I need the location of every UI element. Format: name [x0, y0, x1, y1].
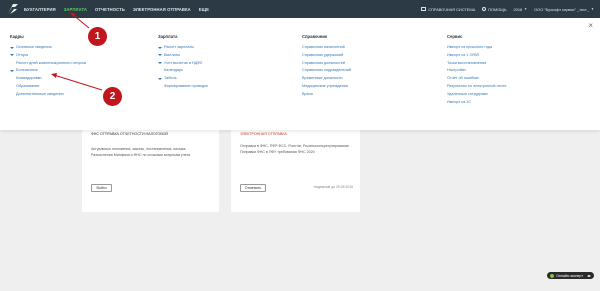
triangle-down-icon	[10, 46, 14, 49]
column-title: Кадры	[10, 34, 24, 39]
nav-otchetnost[interactable]: ОТЧЕТНОСТЬ	[95, 7, 125, 12]
menu-item-uchet-vychetov[interactable]: Учет вычетов и НДФЛ	[158, 60, 208, 68]
card-enter-button[interactable]: Войти	[91, 184, 112, 192]
menu-item-osnovnye-svedeniya[interactable]: Основные сведения	[10, 44, 86, 52]
menu-item-raschet-dney[interactable]: Расчет дней компенсационного отпуска	[10, 60, 86, 68]
menu-item-med-uchrezhdeniya[interactable]: Медицинские учреждения	[302, 83, 351, 91]
year-select[interactable]: 2018 ▼	[514, 7, 528, 12]
menu-item-raschet-zarplaty[interactable]: Расчет зарплаты	[158, 44, 208, 52]
menu-item-tochki-vosstanovleniya[interactable]: Точки восстановления	[447, 60, 506, 68]
menu-item-rezultaty-po-pochte[interactable]: Результаты по электронной почте	[447, 83, 506, 91]
help-system-label: СПРАВОЧНАЯ СИСТЕМА	[428, 6, 476, 12]
menu-item-otpusk[interactable]: Отпуск	[10, 52, 86, 60]
menu-column-spravochnik: Справочник Справочник начислений Справоч…	[302, 34, 351, 99]
annotation-badge-2: 2	[103, 87, 122, 106]
news-card-2: ЭЛЕКТРОННАЯ ОТПРАВКА Отправка в ФНС, ПФР…	[231, 130, 360, 212]
annotation-badge-1: 1	[88, 27, 107, 46]
menu-item-bolnichnye[interactable]: Больничные	[10, 67, 86, 75]
chevron-down-icon: ▼	[524, 7, 528, 11]
card-date: Надежный до 25.05.2018	[313, 185, 353, 189]
menu-item-vremennye-dolzhnosti[interactable]: Временные должности	[302, 75, 351, 83]
online-expert-chip[interactable]: Онлайн-эксперт ◂▸	[547, 272, 594, 279]
chevron-down-icon: ▼	[591, 7, 594, 11]
column-title: Зарплата	[158, 34, 178, 39]
card-text: Отправка в ФНС, ПФР ФСС, Росстат, Росалк…	[240, 144, 350, 154]
card-title: ЭЛЕКТРОННАЯ ОТПРАВКА	[240, 132, 287, 136]
triangle-down-icon	[158, 54, 162, 57]
triangle-down-icon	[158, 46, 162, 49]
menu-item-spravochnik-nachisleniy[interactable]: Справочник начислений	[302, 44, 351, 52]
main-nav: БУХГАЛТЕРИЯ ЗАРПЛАТА ОТЧЕТНОСТЬ ЭЛЕКТРОН…	[24, 0, 217, 18]
help-system-link[interactable]: СПРАВОЧНАЯ СИСТЕМА	[421, 7, 475, 12]
triangle-down-icon	[158, 62, 162, 65]
menu-column-zarplata: Зарплата Расчет зарплаты Выплаты Учет вы…	[158, 34, 208, 91]
column-title: Справочник	[302, 34, 328, 39]
nav-eshche[interactable]: ЕЩЕ	[199, 7, 209, 12]
menu-item-formirovanie-provodok[interactable]: Формирование проводок	[158, 83, 208, 91]
menu-item-spravochnik-dolzhnostey[interactable]: Справочник должностей	[302, 60, 351, 68]
menu-item-import-proshlogo-goda[interactable]: Импорт из прошлого года	[447, 44, 506, 52]
close-icon[interactable]: ×	[588, 22, 593, 30]
company-select[interactable]: ООО "Бухсофт сервис" _тест_ ▼	[534, 7, 594, 12]
menu-item-udalennye-sotrudniki[interactable]: Удаленные сотрудники	[447, 91, 506, 99]
column-title: Сервис	[447, 34, 463, 39]
menu-item-vyplaty[interactable]: Выплаты	[158, 52, 208, 60]
menu-item-spravochnik-uderzhaniy[interactable]: Справочник удержаний	[302, 52, 351, 60]
topbar-right: СПРАВОЧНАЯ СИСТЕМА ПОМОЩЬ 2018 ▼ ООО "Бу…	[414, 0, 594, 18]
help-link[interactable]: ПОМОЩЬ	[482, 6, 507, 12]
status-dot-icon	[550, 273, 555, 278]
help-icon	[482, 7, 487, 11]
triangle-down-icon	[10, 54, 14, 57]
menu-item-obrazovanie[interactable]: Образование	[10, 83, 86, 91]
news-card-1: ФНС ОТПРАВКА ОТЧЕТНОСТИ НАЛОГОВОЙ Актуал…	[82, 130, 219, 212]
menu-column-servis: Сервис Импорт из прошлого года Импорт из…	[447, 34, 506, 106]
menu-item-tabel[interactable]: Табель	[158, 75, 208, 83]
card-cancel-button[interactable]: Отменить	[240, 184, 266, 192]
nav-buhgalteriya[interactable]: БУХГАЛТЕРИЯ	[24, 7, 56, 12]
menu-item-import-zuvp[interactable]: Импорт из 1 ЗУВП	[447, 52, 506, 60]
menu-item-spravochnik-podrazdeleniy[interactable]: Справочник подразделений	[302, 67, 351, 75]
card-title: ФНС ОТПРАВКА ОТЧЕТНОСТИ НАЛОГОВОЙ	[91, 132, 168, 136]
book-icon	[421, 7, 427, 11]
company-name: ООО "Бухсофт сервис" _тест_	[534, 6, 590, 12]
menu-item-komandirovki[interactable]: Командировки	[10, 75, 86, 83]
menu-item-import-1c[interactable]: Импорт из 1С	[447, 99, 506, 107]
menu-item-vrachi[interactable]: Врачи	[302, 91, 351, 99]
online-expert-label: Онлайн-эксперт	[556, 273, 583, 278]
help-label: ПОМОЩЬ	[488, 6, 507, 12]
arrows-icon[interactable]: ◂▸	[587, 273, 591, 278]
triangle-down-icon	[10, 69, 14, 72]
menu-item-nastroyki[interactable]: Настройки	[447, 67, 506, 75]
menu-item-dopolnitelnye[interactable]: Дополнительные сведения	[10, 91, 86, 99]
nav-elektronnaya-otpravka[interactable]: ЭЛЕКТРОННАЯ ОТПРАВКА	[133, 7, 191, 12]
menu-column-kadry: Кадры Основные сведения Отпуск Расчет дн…	[10, 34, 86, 99]
year-value: 2018	[513, 6, 523, 12]
menu-item-kalendar[interactable]: Календарь	[158, 67, 208, 75]
triangle-down-icon	[158, 77, 162, 80]
app-logo-icon[interactable]	[6, 2, 20, 16]
nav-zarplata[interactable]: ЗАРПЛАТА	[64, 7, 87, 12]
menu-item-otchet-ob-oshibkah[interactable]: Отчет об ошибках	[447, 75, 506, 83]
top-bar: БУХГАЛТЕРИЯ ЗАРПЛАТА ОТЧЕТНОСТЬ ЭЛЕКТРОН…	[0, 0, 600, 18]
card-text: Актуальные положения, законы, постановле…	[91, 147, 191, 157]
